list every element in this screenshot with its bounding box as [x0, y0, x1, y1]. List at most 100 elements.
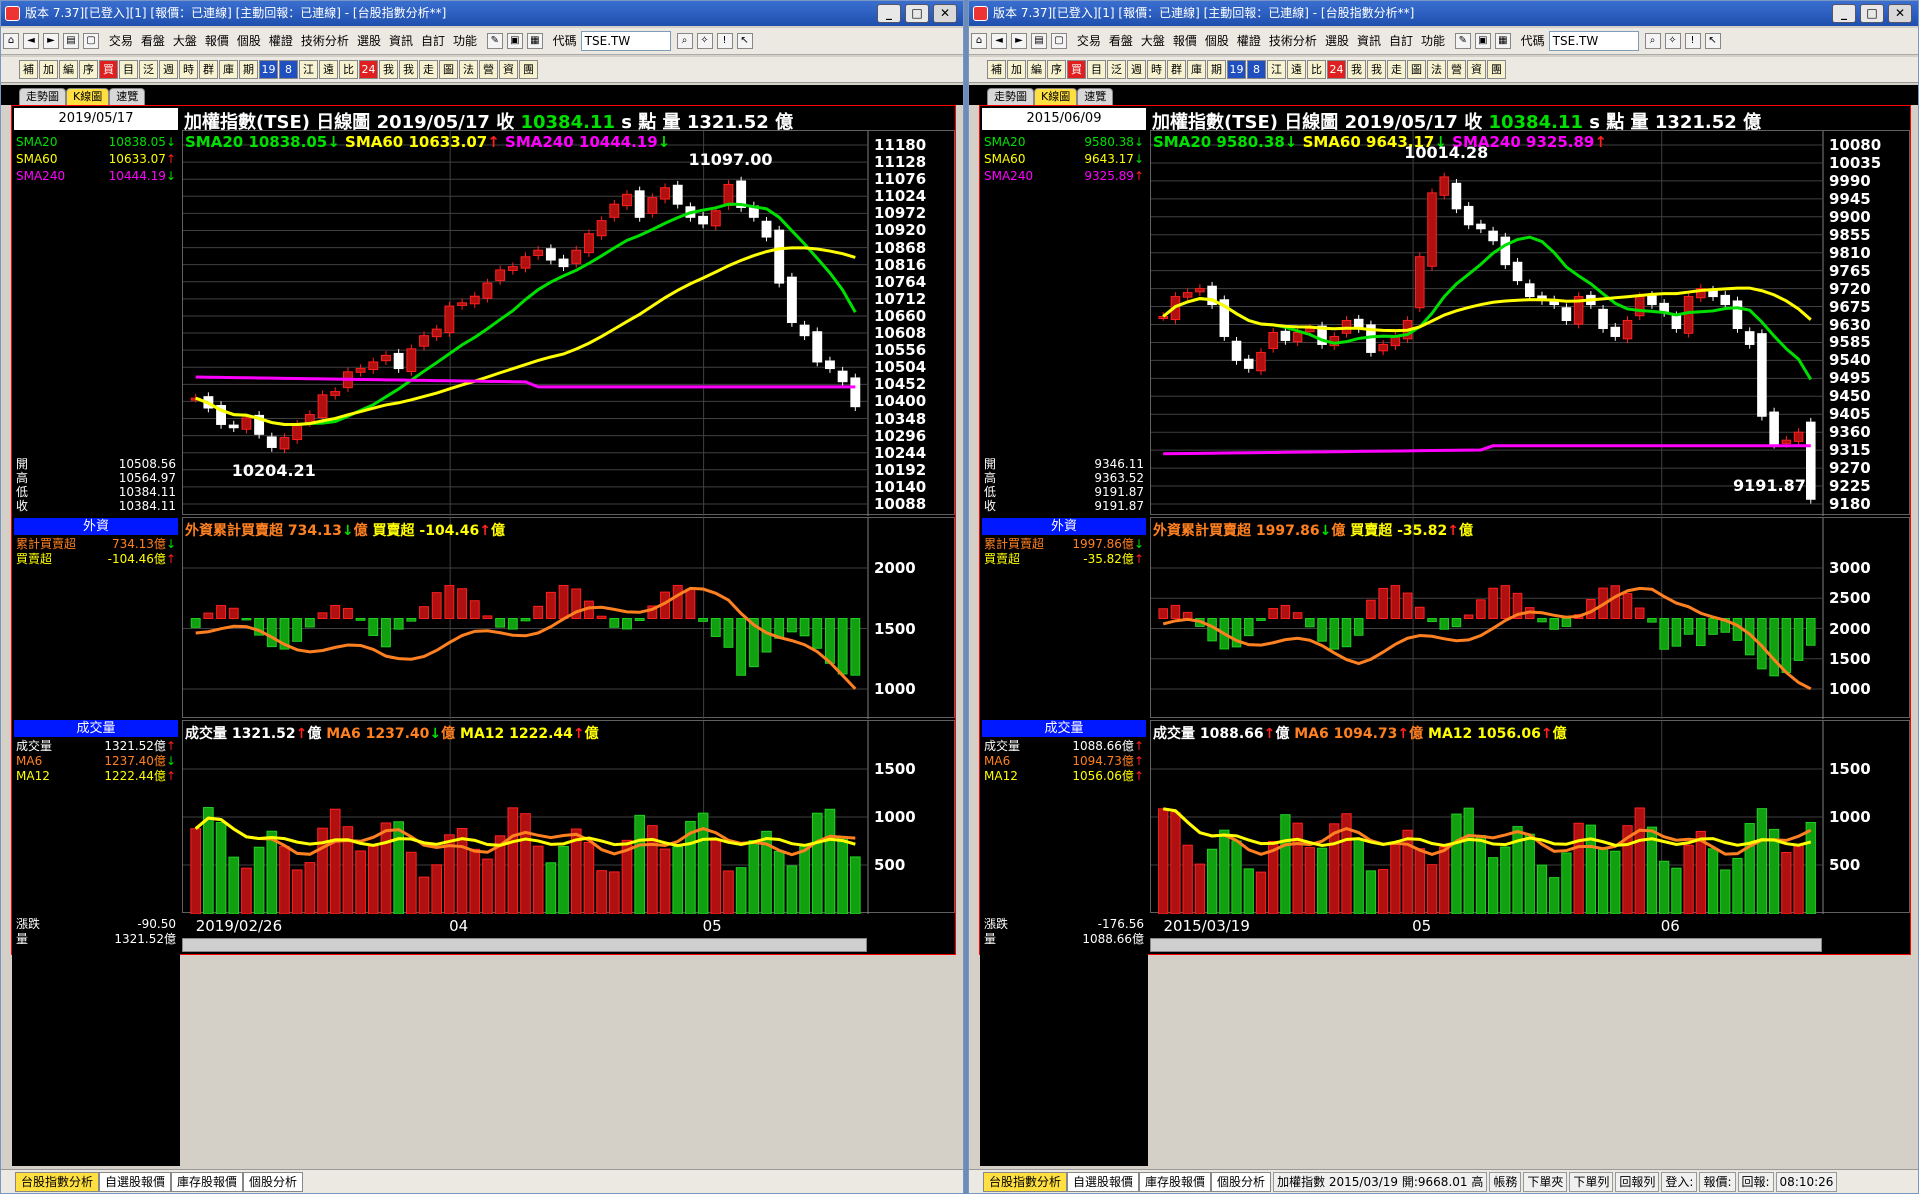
alert-icon[interactable]: !: [716, 33, 733, 49]
tab-kline[interactable]: K線圖: [1034, 88, 1078, 106]
quick-button[interactable]: 遠: [319, 60, 338, 79]
quick-button[interactable]: 買: [99, 60, 118, 79]
status-tab-inventory[interactable]: 庫存股報價: [171, 1172, 244, 1192]
menu-item[interactable]: 資訊: [385, 28, 417, 54]
chart-scrollbar[interactable]: [182, 938, 867, 952]
window-icon[interactable]: ▢: [83, 33, 99, 49]
status-tab-watchlist[interactable]: 自選股報價: [1067, 1172, 1140, 1192]
left-title-bar[interactable]: 版本 7.37][已登入][1] [報價：已連線] [主動回報：已連線] - […: [1, 1, 963, 26]
menu-item[interactable]: 看盤: [1105, 28, 1137, 54]
quick-button[interactable]: 法: [1427, 60, 1446, 79]
back-icon[interactable]: ◄: [991, 33, 1007, 49]
forward-icon[interactable]: ►: [1011, 33, 1027, 49]
quick-button[interactable]: 資: [499, 60, 518, 79]
quick-button[interactable]: 19: [1227, 60, 1246, 79]
menu-item[interactable]: 個股: [233, 28, 265, 54]
quick-button[interactable]: 法: [459, 60, 478, 79]
quick-button[interactable]: 走: [1387, 60, 1406, 79]
quick-button[interactable]: 編: [59, 60, 78, 79]
quick-button[interactable]: 泛: [1107, 60, 1126, 79]
menu-item[interactable]: 報價: [1169, 28, 1201, 54]
quick-button[interactable]: 團: [519, 60, 538, 79]
status-tab-inventory[interactable]: 庫存股報價: [1139, 1172, 1212, 1192]
tools-icon[interactable]: ✧: [1664, 33, 1681, 49]
pointer-icon[interactable]: ↖: [1704, 33, 1721, 49]
menu-item[interactable]: 自訂: [417, 28, 449, 54]
menu-item[interactable]: 功能: [1417, 28, 1449, 54]
menu-item[interactable]: 個股: [1201, 28, 1233, 54]
quick-button[interactable]: 圖: [439, 60, 458, 79]
maximize-button[interactable]: □: [905, 4, 929, 23]
quick-button[interactable]: 庫: [219, 60, 238, 79]
status-order-bar[interactable]: 下單列: [1569, 1172, 1614, 1192]
menu-item[interactable]: 大盤: [1137, 28, 1169, 54]
menu-item[interactable]: 選股: [353, 28, 385, 54]
menu-item[interactable]: 權證: [265, 28, 297, 54]
search-icon[interactable]: ⌕: [676, 33, 693, 49]
quick-button[interactable]: 我: [379, 60, 398, 79]
quick-button[interactable]: 24: [359, 60, 378, 79]
quick-button[interactable]: 群: [1167, 60, 1186, 79]
menu-item[interactable]: 交易: [105, 28, 137, 54]
menu-item[interactable]: 資訊: [1353, 28, 1385, 54]
code-input[interactable]: TSE.TW: [580, 31, 671, 51]
quick-button[interactable]: 營: [479, 60, 498, 79]
quick-button[interactable]: 庫: [1187, 60, 1206, 79]
quick-button[interactable]: 目: [1087, 60, 1106, 79]
quick-button[interactable]: 買: [1067, 60, 1086, 79]
home-icon[interactable]: ⌂: [971, 33, 987, 49]
quick-button[interactable]: 資: [1467, 60, 1486, 79]
tab-overview[interactable]: 速覽: [109, 88, 146, 106]
status-order-folder[interactable]: 下單夾: [1523, 1172, 1568, 1192]
quick-button[interactable]: 泛: [139, 60, 158, 79]
menu-item[interactable]: 功能: [449, 28, 481, 54]
quick-button[interactable]: 圖: [1407, 60, 1426, 79]
window-icon[interactable]: ▢: [1051, 33, 1067, 49]
quick-button[interactable]: 期: [239, 60, 258, 79]
quick-button[interactable]: 江: [1267, 60, 1286, 79]
quick-button[interactable]: 19: [259, 60, 278, 79]
quick-button[interactable]: 走: [419, 60, 438, 79]
alert-icon[interactable]: !: [1684, 33, 1701, 49]
tab-kline[interactable]: K線圖: [66, 88, 110, 106]
quick-button[interactable]: 我: [1347, 60, 1366, 79]
pointer-icon[interactable]: ↖: [736, 33, 753, 49]
pen-icon[interactable]: ✎: [1454, 33, 1471, 49]
quick-button[interactable]: 目: [119, 60, 138, 79]
menu-item[interactable]: 自訂: [1385, 28, 1417, 54]
status-report-bar[interactable]: 回報列: [1615, 1172, 1660, 1192]
quick-button[interactable]: 江: [299, 60, 318, 79]
menu-item[interactable]: 技術分析: [1265, 28, 1321, 54]
minimize-button[interactable]: _: [1832, 4, 1856, 23]
quick-button[interactable]: 比: [1307, 60, 1326, 79]
quick-button[interactable]: 比: [339, 60, 358, 79]
menu-item[interactable]: 技術分析: [297, 28, 353, 54]
quick-button[interactable]: 加: [1007, 60, 1026, 79]
code-input[interactable]: TSE.TW: [1548, 31, 1639, 51]
quick-button[interactable]: 遠: [1287, 60, 1306, 79]
quick-button[interactable]: 補: [19, 60, 38, 79]
minimize-button[interactable]: _: [877, 4, 901, 23]
menu-item[interactable]: 權證: [1233, 28, 1265, 54]
status-tab-index-analysis[interactable]: 台股指數分析: [983, 1172, 1068, 1192]
tools-icon[interactable]: ✧: [696, 33, 713, 49]
quick-button[interactable]: 補: [987, 60, 1006, 79]
close-button[interactable]: ✕: [933, 4, 957, 23]
status-tab-stock-analysis[interactable]: 個股分析: [1211, 1172, 1272, 1192]
quick-button[interactable]: 週: [159, 60, 178, 79]
quick-button[interactable]: 時: [179, 60, 198, 79]
menu-item[interactable]: 選股: [1321, 28, 1353, 54]
quick-button[interactable]: 8: [1247, 60, 1266, 79]
search-icon[interactable]: ⌕: [1644, 33, 1661, 49]
quick-button[interactable]: 期: [1207, 60, 1226, 79]
quick-button[interactable]: 序: [1047, 60, 1066, 79]
home-icon[interactable]: ⌂: [3, 33, 19, 49]
right-title-bar[interactable]: 版本 7.37][已登入][1] [報價：已連線] [主動回報：已連線] - […: [969, 1, 1918, 26]
tab-trend[interactable]: 走勢圖: [987, 88, 1034, 106]
save-icon[interactable]: ▣: [506, 33, 523, 49]
quick-button[interactable]: 編: [1027, 60, 1046, 79]
quick-button[interactable]: 加: [39, 60, 58, 79]
quick-button[interactable]: 序: [79, 60, 98, 79]
back-icon[interactable]: ◄: [23, 33, 39, 49]
menu-item[interactable]: 大盤: [169, 28, 201, 54]
